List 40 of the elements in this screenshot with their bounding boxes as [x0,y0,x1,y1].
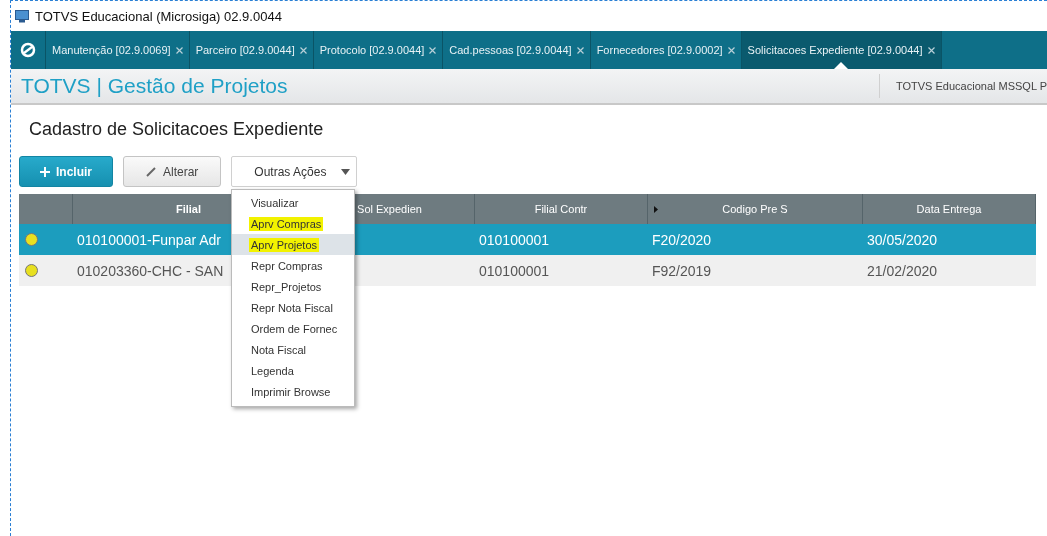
table-cell: 30/05/2020 [867,231,938,248]
table-cell: F92/2019 [652,262,712,279]
column-header[interactable]: Codigo Pre S [722,203,788,215]
plus-icon [40,166,50,177]
logo-icon[interactable] [20,42,36,58]
close-icon[interactable] [927,46,935,54]
column-header[interactable]: Filial [175,203,202,215]
column-header[interactable]: Filial Contr [534,203,588,215]
table-cell: F20/2020 [652,231,712,248]
close-icon[interactable] [727,46,735,54]
table-cell: 010203360-CHC - SAN [77,262,224,279]
menu-item[interactable]: Visualizar [232,192,354,213]
table-cell: 21/02/2020 [867,262,938,279]
edit-button[interactable]: Alterar [123,156,222,187]
close-icon[interactable] [299,46,307,54]
close-icon[interactable] [175,46,183,54]
menu-item[interactable]: Nota Fiscal [232,339,354,360]
menu-item[interactable]: Repr Nota Fiscal [232,297,354,318]
close-icon[interactable] [429,46,437,54]
window-title: TOTVS Educacional (Microsiga) 02.9.0044 [35,8,282,24]
page-title: Cadastro de Solicitacoes Expediente [28,118,325,140]
menu-item[interactable]: Repr Compras [232,255,354,276]
table-cell: 010100001 [479,231,550,248]
app-icon [15,9,29,23]
tab[interactable]: Solicitacoes Expediente [02.9.0044] [741,31,942,69]
table-cell: 010100001-Funpar Adr [77,231,221,248]
menu-item[interactable]: Imprimir Browse [232,381,354,402]
column-header[interactable]: Data Entrega [916,203,982,215]
column-header[interactable]: Sol Expedien [357,203,422,215]
menu-item[interactable]: Aprv Projetos [232,234,354,255]
pencil-icon [146,166,157,177]
table-cell: 010100001 [479,262,550,279]
menu-item[interactable]: Ordem de Fornec [232,318,354,339]
caret-icon [341,168,351,175]
environment-label: TOTVS Educacional MSSQL P [879,74,1047,98]
app-title: TOTVS | Gestão de Projetos [20,74,288,98]
more-actions-dropdown[interactable]: Outras Ações [231,156,358,187]
menu-item[interactable]: Legenda [232,360,354,381]
sort-icon [654,205,658,213]
close-icon[interactable] [576,46,584,54]
